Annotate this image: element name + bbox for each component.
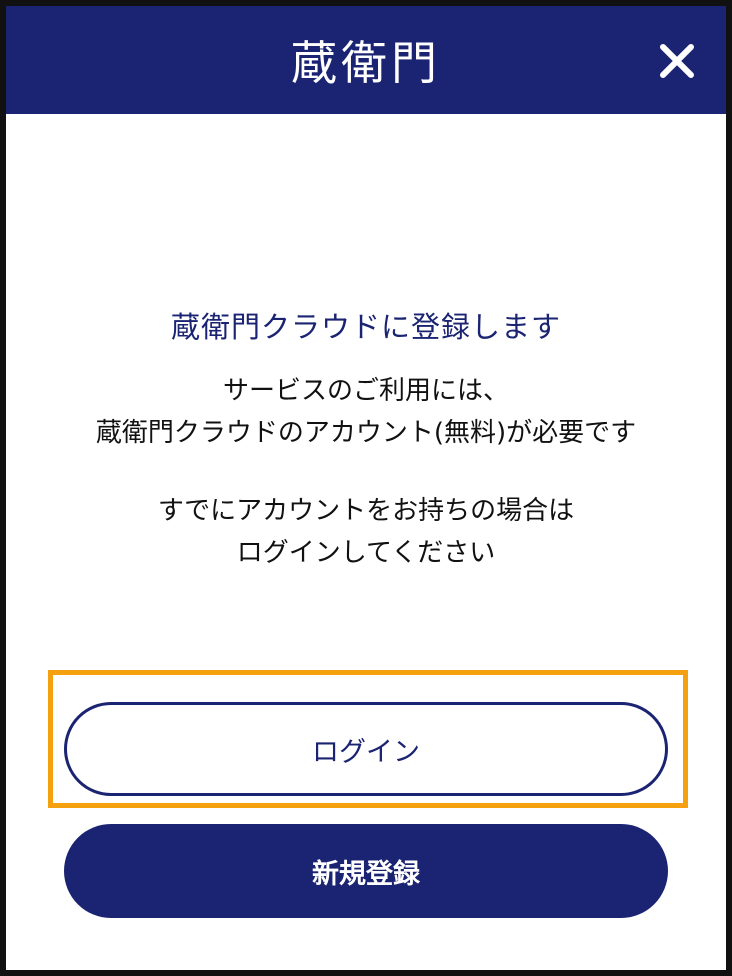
dialog-header: 蔵衛門 — [6, 6, 726, 114]
service-message: サービスのご利用には、 蔵衛門クラウドのアカウント(無料)が必要です — [6, 370, 726, 454]
message-line: ログインしてください — [236, 538, 496, 568]
message-line: 蔵衛門クラウドのアカウント(無料)が必要です — [95, 418, 637, 448]
register-button[interactable]: 新規登録 — [64, 824, 668, 918]
login-dialog: 蔵衛門 蔵衛門クラウドに登録します サービスのご利用には、 蔵衛門クラウドのアカ… — [0, 0, 732, 976]
login-button[interactable]: ログイン — [64, 702, 668, 796]
close-icon — [660, 44, 694, 78]
app-logo: 蔵衛門 — [291, 36, 441, 90]
message-line: すでにアカウントをお持ちの場合は — [157, 496, 575, 526]
message-line: サービスのご利用には、 — [222, 376, 509, 406]
close-button[interactable] — [658, 42, 696, 80]
login-hint-message: すでにアカウントをお持ちの場合は ログインしてください — [6, 490, 726, 574]
dialog-heading: 蔵衛門クラウドに登録します — [170, 310, 561, 344]
